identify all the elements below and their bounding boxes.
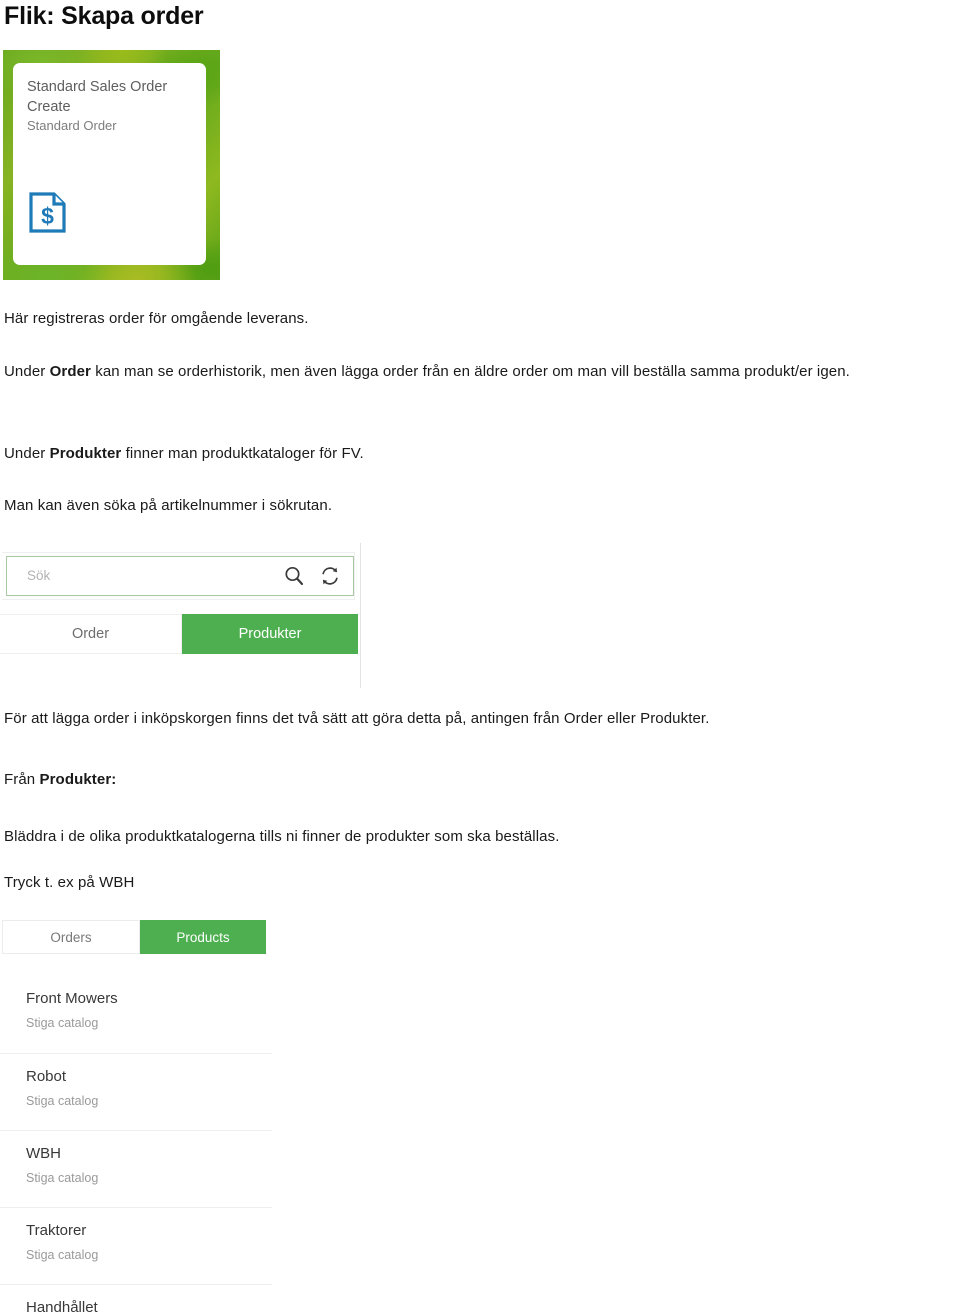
tile-subtitle: Standard Order [27, 118, 117, 133]
paragraph-order-bold: Order [49, 363, 91, 380]
fiori-tile-screenshot: Standard Sales Order Create Standard Ord… [3, 50, 220, 280]
magnifier-icon[interactable] [283, 565, 305, 592]
paragraph-order-text-after: kan man se orderhistorik, men även lägga… [90, 363, 850, 380]
list-item[interactable]: WBH Stiga catalog [0, 1130, 272, 1207]
tab-order[interactable]: Order [0, 614, 182, 654]
paragraph-produkter: Under Produkter finner man produktkatalo… [4, 437, 364, 471]
paragraph-order-text-before: Under [4, 363, 50, 380]
orders-products-tabs: Orders Products [2, 920, 266, 954]
list-item[interactable]: Robot Stiga catalog [0, 1053, 272, 1130]
tab-orders[interactable]: Orders [2, 920, 140, 954]
search-actions [283, 565, 341, 592]
catalog-name: Traktorer [26, 1222, 87, 1239]
list-item[interactable]: Traktorer Stiga catalog [0, 1207, 272, 1284]
paragraph-bladdra: Bläddra i de olika produktkatalogerna ti… [4, 828, 560, 845]
page-title: Flik: Skapa order [4, 2, 204, 30]
standard-sales-order-tile[interactable]: Standard Sales Order Create Standard Ord… [13, 63, 206, 265]
catalog-subtitle: Stiga catalog [26, 1248, 99, 1262]
tab-products[interactable]: Products [140, 920, 266, 954]
tab-produkter[interactable]: Produkter [182, 614, 358, 654]
paragraph-order: Under Order kan man se orderhistorik, me… [4, 355, 944, 389]
document-page: Flik: Skapa order Standard Sales Order C… [0, 0, 960, 1313]
paragraph-sokrutan: Man kan även söka på artikelnummer i sök… [4, 497, 333, 514]
list-item[interactable]: Front Mowers Stiga catalog [0, 976, 272, 1053]
search-placeholder: Sök [27, 568, 51, 583]
paragraph-inkopskorg: För att lägga order i inköpskorgen finns… [4, 710, 710, 727]
search-input[interactable]: Sök [6, 556, 354, 596]
paragraph-produkter-bold: Produkter [49, 445, 122, 462]
paragraph-fran-text: Från [4, 771, 40, 788]
catalog-subtitle: Stiga catalog [26, 1171, 99, 1185]
paragraph-intro: Här registreras order för omgående lever… [4, 310, 309, 327]
paragraph-produkter-text-after: finner man produktkataloger för FV. [121, 445, 364, 462]
paragraph-tryck: Tryck t. ex på WBH [4, 874, 135, 891]
catalog-screenshot: Orders Products Front Mowers Stiga catal… [0, 918, 272, 1313]
catalog-list: Front Mowers Stiga catalog Robot Stiga c… [0, 976, 272, 1313]
catalog-name: WBH [26, 1145, 61, 1162]
paragraph-fran-bold: Produkter: [39, 771, 117, 788]
document-dollar-icon: $ [28, 191, 69, 234]
tile-title: Standard Sales Order Create [27, 79, 168, 115]
svg-text:$: $ [41, 203, 54, 229]
refresh-icon[interactable] [319, 565, 341, 592]
list-item[interactable]: Handhållet Stiga catalog [0, 1284, 272, 1313]
order-produkter-tabs: Order Produkter [0, 614, 360, 654]
tabs-below-strip [0, 654, 360, 688]
catalog-name: Robot [26, 1068, 67, 1085]
catalog-subtitle: Stiga catalog [26, 1094, 99, 1108]
catalog-subtitle: Stiga catalog [26, 1016, 99, 1030]
search-tabs-screenshot: Sök Order Produkter [0, 543, 361, 688]
catalog-name: Handhållet [26, 1299, 98, 1313]
paragraph-produkter-text-before: Under [4, 445, 50, 462]
catalog-name: Front Mowers [26, 990, 118, 1007]
paragraph-fran-produkter: Från Produkter: [4, 763, 116, 797]
